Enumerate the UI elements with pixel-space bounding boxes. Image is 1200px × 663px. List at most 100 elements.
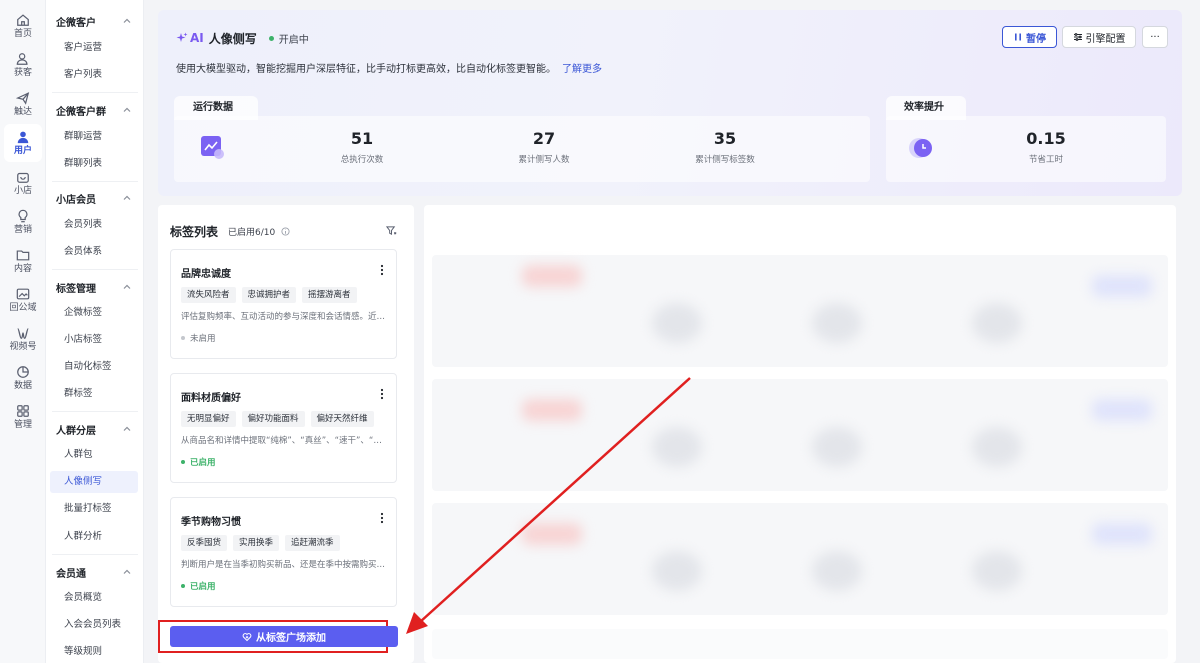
tag-chip: 偏好天然纤维 [310,411,374,427]
tag-list-header: 标签列表 已启用6/10 [170,223,290,240]
rail-item-acquire[interactable]: 获客 [4,47,42,83]
rail-item-marketing[interactable]: 营销 [4,204,42,240]
blurred-stat [972,551,1022,591]
blurred-stat [652,551,702,591]
rail-item-content[interactable]: 内容 [4,243,42,279]
blurred-button [1092,523,1152,545]
grid-icon [17,404,29,417]
user-add-icon [16,52,28,65]
status-dot [268,35,274,41]
nav-group-title: 小店会员 [56,195,96,206]
tag-card-description: 评估复购频率、互动活动的参与深度和会话情感。近期... [181,312,388,322]
rail-item-public[interactable]: 回公域 [4,282,42,318]
blurred-button [1092,275,1152,297]
tag-chip: 实用换季 [233,535,280,551]
nav-item-member-list[interactable]: 会员列表 [50,214,138,236]
tag-chip-list: 流失风险者 忠诚拥护者 摇摆游离者 [181,287,357,303]
rail-item-shop[interactable]: 小店 [4,165,42,201]
tag-chip: 流失风险者 [181,287,236,303]
blurred-badge [522,523,582,545]
chevron-up-icon[interactable] [123,106,131,114]
status-badge: 开启中 [278,34,309,46]
nav-item-joined-members[interactable]: 入会会员列表 [50,614,138,636]
tag-chip-list: 反季囤货 实用换季 追赶潮流季 [181,535,340,551]
rail-label: 营销 [13,224,32,235]
nav-item-customer-ops[interactable]: 客户运营 [50,37,138,59]
rail-item-manage[interactable]: 管理 [4,399,42,435]
more-vertical-icon[interactable] [380,512,384,524]
blurred-stat [972,303,1022,343]
rail-label: 用户 [13,145,32,156]
stat-label: 累计侧写标签数 [695,155,755,165]
nav-item-crowd-analysis[interactable]: 人群分析 [50,526,138,548]
user-icon [17,131,29,143]
nav-item-crowd-pack[interactable]: 人群包 [50,444,138,466]
rail-label: 小店 [13,185,32,196]
more-vertical-icon[interactable] [380,388,384,400]
nav-item-batch-tag[interactable]: 批量打标签 [50,498,138,520]
icon-rail: 首页 获客 触达 用户 小店 营销 内容 回公域 视频号 数据 管理 [0,0,46,663]
nav-group-title: 标签管理 [56,284,96,295]
rail-item-channels[interactable]: 视频号 [4,321,42,357]
rail-item-reach[interactable]: 触达 [4,86,42,122]
pause-label: 暂停 [1026,33,1046,45]
rail-item-home[interactable]: 首页 [4,8,42,44]
divider [52,554,138,555]
rail-item-data[interactable]: 数据 [4,360,42,396]
stat-value: 27 [532,129,556,148]
more-vertical-icon[interactable] [380,264,384,276]
nav-item-auto-tags[interactable]: 自动化标签 [50,356,138,378]
rail-item-users[interactable]: 用户 [4,124,42,162]
nav-item-group-ops[interactable]: 群聊运营 [50,126,138,148]
channel-icon [17,327,29,339]
tag-chip-list: 无明显偏好 偏好功能面料 偏好天然纤维 [181,411,374,427]
bulb-icon [18,209,28,222]
chevron-up-icon[interactable] [123,283,131,291]
chevron-up-icon[interactable] [123,194,131,202]
tag-card-seasonal-habit[interactable]: 季节购物习惯 反季囤货 实用换季 追赶潮流季 判断用户是在当季初购买新品、还是在… [170,497,397,607]
info-icon[interactable] [281,227,290,236]
ai-badge: AI [176,31,204,45]
tag-status-text: 已启用 [190,582,216,592]
divider [52,92,138,93]
blurred-badge [522,265,582,287]
filter-icon[interactable] [386,225,397,236]
blurred-stat [812,427,862,467]
stat-profiled-tags: 35 累计侧写标签数 [665,128,785,165]
divider [52,181,138,182]
blurred-stat [972,427,1022,467]
chevron-up-icon[interactable] [123,425,131,433]
tag-card-fabric-preference[interactable]: 面料材质偏好 无明显偏好 偏好功能面料 偏好天然纤维 从商品名和详情中提取“纯棉… [170,373,397,483]
nav-item-group-list[interactable]: 群聊列表 [50,153,138,175]
tag-status-text: 已启用 [190,458,216,468]
tag-list-title: 标签列表 [170,225,219,239]
nav-item-portrait[interactable]: 人像侧写 [50,471,138,493]
tag-card-brand-loyalty[interactable]: 品牌忠诚度 流失风险者 忠诚拥护者 摇摆游离者 评估复购频率、互动活动的参与深度… [170,249,397,359]
nav-item-level-rules[interactable]: 等级规则 [50,641,138,663]
learn-more-link[interactable]: 了解更多 [562,64,602,75]
nav-item-group-tags[interactable]: 群标签 [50,383,138,405]
engine-config-button[interactable]: 引擎配置 [1062,26,1136,48]
ai-label: AI [190,31,204,45]
tag-chip: 偏好功能面料 [241,411,305,427]
chevron-up-icon[interactable] [123,568,131,576]
stat-label: 节省工时 [1028,155,1063,165]
more-button[interactable]: ··· [1142,26,1168,48]
nav-item-member-system[interactable]: 会员体系 [50,241,138,263]
nav-item-customer-list[interactable]: 客户列表 [50,64,138,86]
nav-item-member-overview[interactable]: 会员概览 [50,587,138,609]
status-dot [181,584,185,588]
nav-item-shop-tags[interactable]: 小店标签 [50,329,138,351]
chevron-up-icon[interactable] [123,17,131,25]
page-title: 人像侧写 [208,31,257,46]
blurred-row [432,503,1168,615]
nav-group-title: 会员通 [56,569,86,580]
nav-item-wecom-tags[interactable]: 企微标签 [50,302,138,324]
clock-icon [909,138,932,158]
heart-plus-icon [242,632,252,641]
blurred-stat [812,551,862,591]
tag-chip: 无明显偏好 [181,411,236,427]
add-from-tag-square-button[interactable]: 从标签广场添加 [170,626,398,647]
blurred-row [432,379,1168,491]
pause-button[interactable]: 暂停 [1002,26,1057,48]
